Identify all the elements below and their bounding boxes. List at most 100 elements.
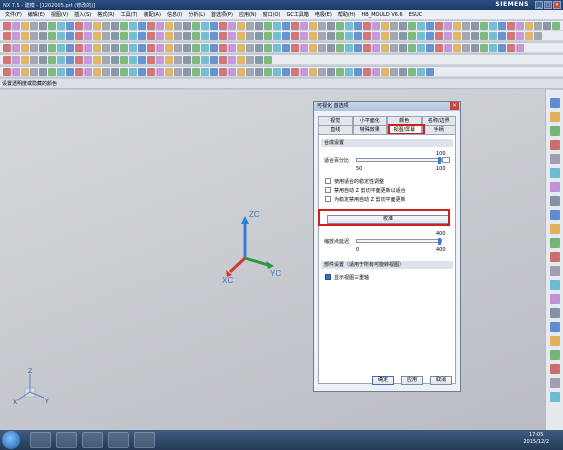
tb1-tool-icon-12[interactable] [111, 22, 119, 30]
tb5-tool-icon-17[interactable] [156, 68, 164, 76]
tb1-tool-icon-42[interactable] [381, 22, 389, 30]
dialog-close-button[interactable]: × [450, 102, 459, 110]
tb3-tool-icon-50[interactable] [453, 44, 461, 52]
tb5-tool-icon-35[interactable] [318, 68, 326, 76]
tb3-tool-icon-47[interactable] [426, 44, 434, 52]
taskbar-app-tool[interactable] [134, 432, 155, 448]
tb3-tool-icon-22[interactable] [201, 44, 209, 52]
menu-item-3[interactable]: 插入(S) [71, 11, 94, 18]
taskbar-app-browser[interactable] [30, 432, 51, 448]
tb3-tool-icon-36[interactable] [327, 44, 335, 52]
tb2-tool-icon-57[interactable] [516, 32, 524, 40]
tb1-tool-icon-26[interactable] [237, 22, 245, 30]
tb2-tool-icon-7[interactable] [66, 32, 74, 40]
resource-bar-icon-16[interactable] [550, 322, 560, 332]
tb3-tool-icon-16[interactable] [147, 44, 155, 52]
tb1-tool-icon-56[interactable] [507, 22, 515, 30]
resource-bar-icon-10[interactable] [550, 238, 560, 248]
tb3-tool-icon-7[interactable] [66, 44, 74, 52]
tb3-tool-icon-21[interactable] [192, 44, 200, 52]
tb1-tool-icon-3[interactable] [30, 22, 38, 30]
tb2-tool-icon-56[interactable] [507, 32, 515, 40]
tb4-tool-icon-13[interactable] [120, 56, 128, 64]
tb3-tool-icon-15[interactable] [138, 44, 146, 52]
tb3-tool-icon-39[interactable] [354, 44, 362, 52]
tb3-tool-icon-6[interactable] [57, 44, 65, 52]
tb3-tool-icon-29[interactable] [264, 44, 272, 52]
menu-item-6[interactable]: 装配(A) [141, 11, 164, 18]
menu-item-4[interactable]: 格式(R) [94, 11, 117, 18]
tb2-tool-icon-33[interactable] [300, 32, 308, 40]
tb3-tool-icon-19[interactable] [174, 44, 182, 52]
resource-bar-icon-9[interactable] [550, 224, 560, 234]
tb3-tool-icon-57[interactable] [516, 44, 524, 52]
tb4-tool-icon-5[interactable] [48, 56, 56, 64]
tb5-tool-icon-25[interactable] [228, 68, 236, 76]
tb1-tool-icon-60[interactable] [543, 22, 551, 30]
tb5-tool-icon-34[interactable] [309, 68, 317, 76]
tb5-tool-icon-36[interactable] [327, 68, 335, 76]
tab-tabs_row1-0[interactable]: 视觉 [318, 116, 353, 125]
tb4-tool-icon-19[interactable] [174, 56, 182, 64]
tb3-tool-icon-11[interactable] [102, 44, 110, 52]
menu-item-14[interactable]: 帮助(H) [335, 11, 359, 18]
tb4-tool-icon-1[interactable] [12, 56, 20, 64]
tb1-tool-icon-9[interactable] [84, 22, 92, 30]
tb3-tool-icon-53[interactable] [480, 44, 488, 52]
tb2-tool-icon-44[interactable] [399, 32, 407, 40]
taskbar-clock[interactable]: 17:05 2015/12/2 [523, 432, 549, 446]
tb4-tool-icon-0[interactable] [3, 56, 11, 64]
tb1-tool-icon-43[interactable] [390, 22, 398, 30]
tb1-tool-icon-2[interactable] [21, 22, 29, 30]
zoom-delay-slider[interactable] [356, 238, 442, 245]
menu-item-2[interactable]: 视图(V) [48, 11, 71, 18]
menu-item-8[interactable]: 分析(L) [185, 11, 208, 18]
resource-bar-icon-15[interactable] [550, 308, 560, 318]
tb2-tool-icon-35[interactable] [318, 32, 326, 40]
minimize-button[interactable]: _ [535, 1, 543, 9]
resource-bar-icon-2[interactable] [550, 126, 560, 136]
tb2-tool-icon-49[interactable] [444, 32, 452, 40]
tb4-tool-icon-10[interactable] [93, 56, 101, 64]
tb2-tool-icon-28[interactable] [255, 32, 263, 40]
tb5-tool-icon-33[interactable] [300, 68, 308, 76]
tb1-tool-icon-21[interactable] [192, 22, 200, 30]
tb5-tool-icon-29[interactable] [264, 68, 272, 76]
tb2-tool-icon-19[interactable] [174, 32, 182, 40]
tb3-tool-icon-30[interactable] [273, 44, 281, 52]
resource-bar-icon-20[interactable] [550, 378, 560, 388]
tb1-tool-icon-18[interactable] [165, 22, 173, 30]
cancel-button[interactable]: 取消 [430, 376, 452, 385]
tb2-tool-icon-38[interactable] [345, 32, 353, 40]
tb3-tool-icon-56[interactable] [507, 44, 515, 52]
tb5-tool-icon-45[interactable] [408, 68, 416, 76]
tb2-tool-icon-2[interactable] [21, 32, 29, 40]
tb2-tool-icon-6[interactable] [57, 32, 65, 40]
tb5-tool-icon-6[interactable] [57, 68, 65, 76]
tb1-tool-icon-40[interactable] [363, 22, 371, 30]
tb3-tool-icon-43[interactable] [390, 44, 398, 52]
menu-item-10[interactable]: 应用(N) [236, 11, 260, 18]
tb1-tool-icon-51[interactable] [462, 22, 470, 30]
tb5-tool-icon-21[interactable] [192, 68, 200, 76]
tb5-tool-icon-37[interactable] [336, 68, 344, 76]
resource-bar-icon-17[interactable] [550, 336, 560, 346]
tb5-tool-icon-20[interactable] [183, 68, 191, 76]
resource-bar-icon-13[interactable] [550, 280, 560, 290]
resource-bar-icon-4[interactable] [550, 154, 560, 164]
tb5-tool-icon-27[interactable] [246, 68, 254, 76]
tb3-tool-icon-13[interactable] [120, 44, 128, 52]
tb5-tool-icon-1[interactable] [12, 68, 20, 76]
tb5-tool-icon-26[interactable] [237, 68, 245, 76]
tb1-tool-icon-49[interactable] [444, 22, 452, 30]
tb4-tool-icon-22[interactable] [201, 56, 209, 64]
tb4-tool-icon-29[interactable] [264, 56, 272, 64]
tb3-tool-icon-42[interactable] [381, 44, 389, 52]
tb4-tool-icon-11[interactable] [102, 56, 110, 64]
tb2-tool-icon-9[interactable] [84, 32, 92, 40]
resource-bar-icon-3[interactable] [550, 140, 560, 150]
tb2-tool-icon-14[interactable] [129, 32, 137, 40]
tb3-tool-icon-35[interactable] [318, 44, 326, 52]
tb4-tool-icon-3[interactable] [30, 56, 38, 64]
tb3-tool-icon-26[interactable] [237, 44, 245, 52]
